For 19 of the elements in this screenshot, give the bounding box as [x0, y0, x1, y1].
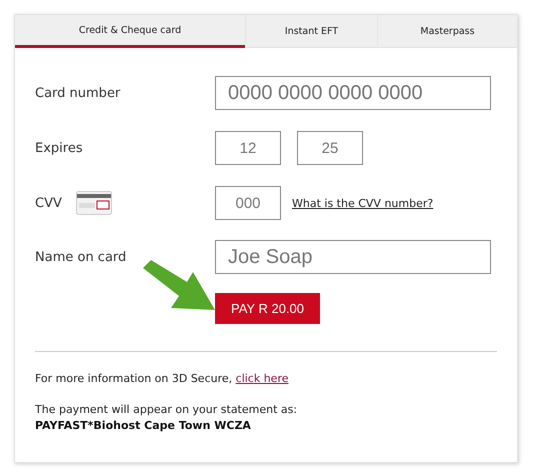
card-number-field[interactable]: 0000 0000 0000 0000	[215, 76, 491, 110]
cvv-help-link[interactable]: What is the CVV number?	[292, 196, 434, 210]
info-text: For more information on 3D Secure, click here	[35, 372, 290, 385]
field-label: Name on card	[35, 250, 128, 264]
field-label: CVV	[35, 196, 62, 210]
pay-button[interactable]: PAY R 20.00	[215, 293, 320, 324]
cvv-field[interactable]: 000	[215, 186, 281, 220]
card-back-icon	[76, 191, 112, 215]
field-label: Card number	[35, 86, 122, 100]
tab[interactable]: Credit & Cheque card	[15, 15, 245, 48]
name-field[interactable]: Joe Soap	[215, 240, 491, 274]
statement-descriptor: PAYFAST*Biohost Cape Town WCZA	[35, 419, 252, 432]
month-field[interactable]: 12	[215, 131, 281, 165]
click-here-link[interactable]: click here	[236, 372, 289, 385]
year-field[interactable]: 25	[297, 131, 363, 165]
statement-text: The payment will appear on your statement as:	[35, 403, 298, 416]
tab[interactable]: Masterpass	[377, 15, 517, 48]
field-label: Expires	[35, 140, 84, 156]
tab[interactable]: Instant EFT	[245, 15, 377, 48]
